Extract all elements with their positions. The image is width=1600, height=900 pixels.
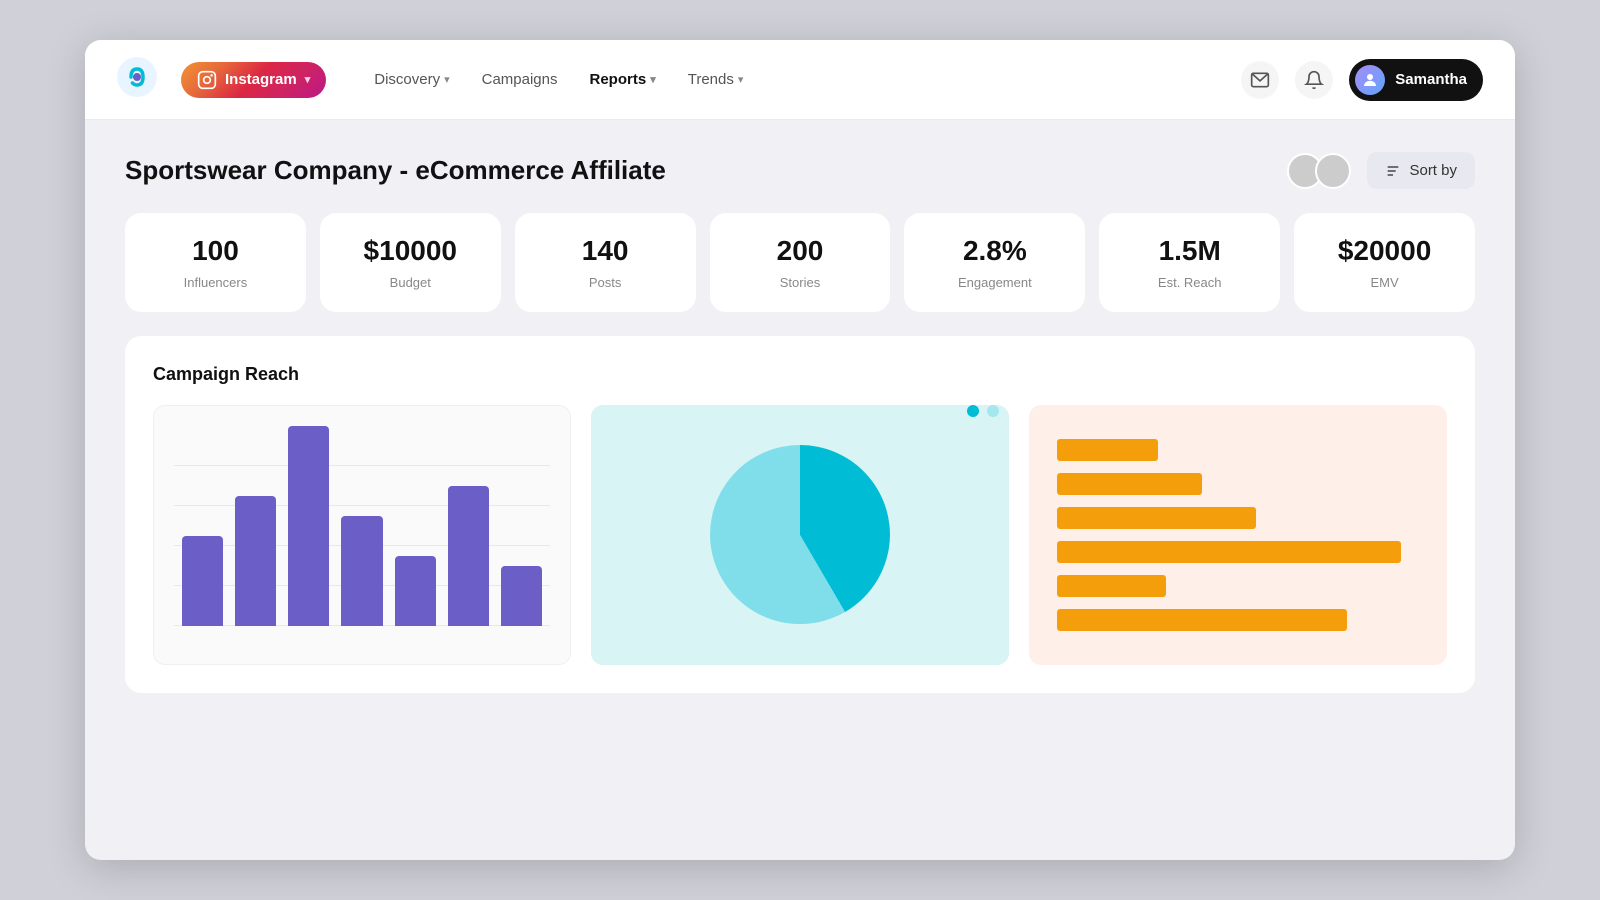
nav-campaigns[interactable]: Campaigns: [470, 63, 570, 96]
reports-chevron: ▾: [650, 73, 656, 86]
pie-legend-dot-1: [967, 405, 979, 417]
hbar: [1057, 541, 1401, 563]
nav-reports[interactable]: Reports ▾: [578, 63, 668, 96]
nav-right: Samantha: [1241, 59, 1483, 101]
hbar-chart-card: [1029, 405, 1447, 665]
nav-discovery[interactable]: Discovery ▾: [362, 63, 461, 96]
section-title: Campaign Reach: [153, 364, 1447, 385]
hbar-wrapper: [1057, 507, 1419, 529]
hbar-chart: [1049, 425, 1427, 645]
bar: [448, 486, 489, 626]
pie-chart-container: [611, 425, 989, 645]
bar: [182, 536, 223, 626]
avatar-2: [1315, 153, 1351, 189]
bar: [235, 496, 276, 626]
hbar-row: [1057, 439, 1419, 461]
sort-by-button[interactable]: Sort by: [1367, 152, 1475, 189]
hbar-wrapper: [1057, 439, 1419, 461]
stat-engagement: 2.8% Engagement: [904, 213, 1085, 312]
hbar: [1057, 473, 1202, 495]
avatar-stack: [1287, 153, 1351, 189]
bar: [288, 426, 329, 626]
nav-trends[interactable]: Trends ▾: [676, 63, 756, 96]
notifications-button[interactable]: [1295, 61, 1333, 99]
messages-button[interactable]: [1241, 61, 1279, 99]
pie-chart-svg: [700, 435, 900, 635]
stat-posts: 140 Posts: [515, 213, 696, 312]
hbar: [1057, 439, 1158, 461]
bar: [395, 556, 436, 626]
stat-budget: $10000 Budget: [320, 213, 501, 312]
hbar: [1057, 507, 1256, 529]
charts-row: [153, 405, 1447, 665]
user-profile-button[interactable]: Samantha: [1349, 59, 1483, 101]
page-header: Sportswear Company - eCommerce Affiliate…: [125, 152, 1475, 189]
page-header-right: Sort by: [1287, 152, 1475, 189]
navbar: Instagram ▾ Discovery ▾ Campaigns Report…: [85, 40, 1515, 120]
sort-icon: [1385, 163, 1401, 179]
page-title: Sportswear Company - eCommerce Affiliate: [125, 155, 666, 186]
hbar-wrapper: [1057, 473, 1419, 495]
stat-emv: $20000 EMV: [1294, 213, 1475, 312]
hbar-row: [1057, 609, 1419, 631]
main-content: Sportswear Company - eCommerce Affiliate…: [85, 120, 1515, 860]
bar-chart-card: [153, 405, 571, 665]
bar: [341, 516, 382, 626]
pie-legend-dot-2: [987, 405, 999, 417]
instagram-selector[interactable]: Instagram ▾: [181, 62, 326, 98]
hbar: [1057, 609, 1347, 631]
hbar-wrapper: [1057, 575, 1419, 597]
hbar-row: [1057, 507, 1419, 529]
user-avatar: [1355, 65, 1385, 95]
hbar-row: [1057, 541, 1419, 563]
stat-reach: 1.5M Est. Reach: [1099, 213, 1280, 312]
discovery-chevron: ▾: [444, 73, 450, 86]
stat-stories: 200 Stories: [710, 213, 891, 312]
campaign-section: Campaign Reach: [125, 336, 1475, 693]
hbar-row: [1057, 473, 1419, 495]
stat-influencers: 100 Influencers: [125, 213, 306, 312]
pie-chart-card: [591, 405, 1009, 665]
browser-frame: Instagram ▾ Discovery ▾ Campaigns Report…: [85, 40, 1515, 860]
hbar-wrapper: [1057, 609, 1419, 631]
stats-row: 100 Influencers $10000 Budget 140 Posts …: [125, 213, 1475, 312]
bar-chart: [174, 426, 550, 626]
pie-legend: [967, 405, 999, 417]
bar: [501, 566, 542, 626]
hbar-wrapper: [1057, 541, 1419, 563]
app-logo[interactable]: [117, 57, 157, 102]
trends-chevron: ▾: [738, 73, 744, 86]
nav-links: Discovery ▾ Campaigns Reports ▾ Trends ▾: [362, 63, 1217, 96]
hbar-row: [1057, 575, 1419, 597]
hbar: [1057, 575, 1166, 597]
